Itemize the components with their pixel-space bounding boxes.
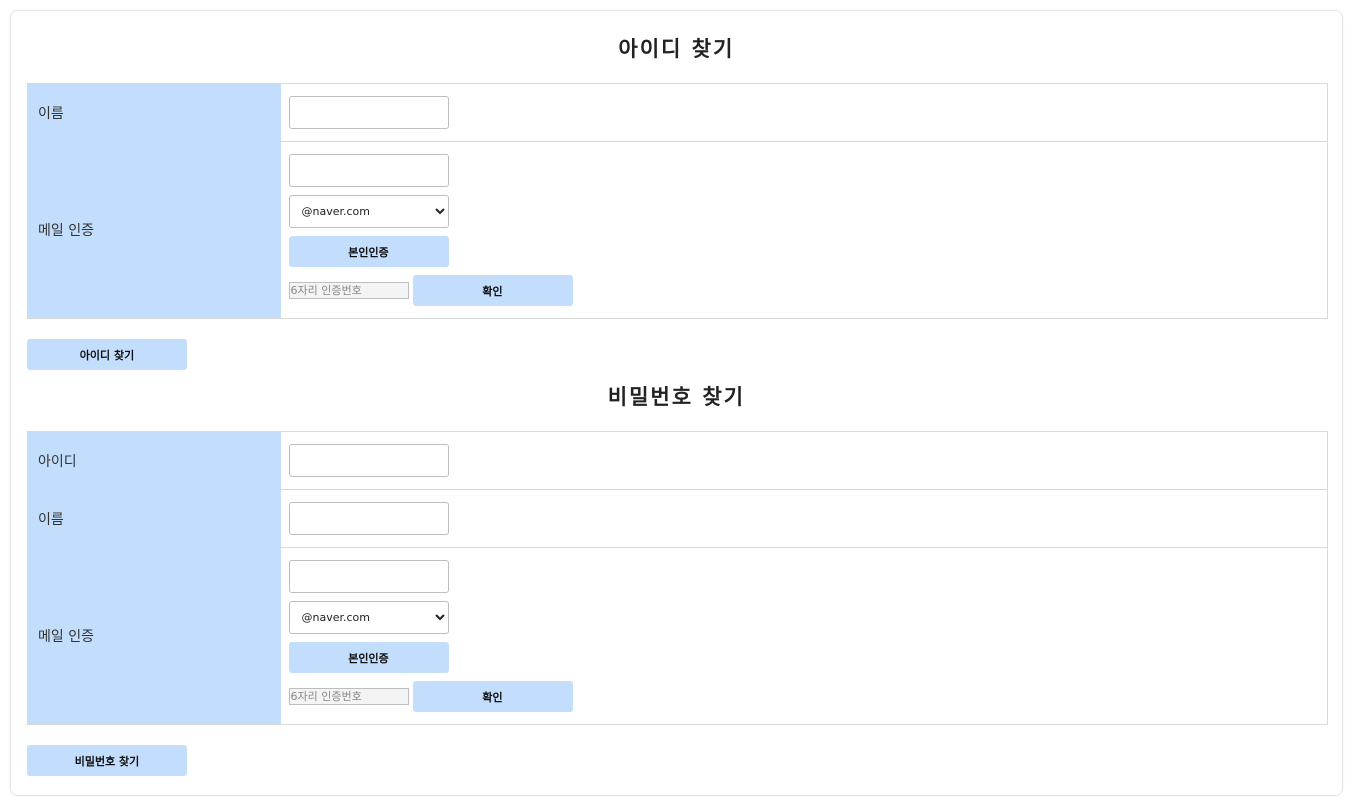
find-pw-email-input[interactable] [288, 560, 449, 593]
find-id-code-input[interactable] [288, 282, 409, 299]
find-pw-domain-select[interactable]: @naver.com [288, 601, 449, 634]
name-label: 이름 [27, 489, 281, 548]
find-id-verify-button[interactable]: 본인인증 [288, 236, 449, 267]
find-pw-name-row: 이름 [27, 489, 1328, 548]
find-pw-email-row: 메일 인증 @naver.com 본인인증 확인 [27, 547, 1328, 725]
find-id-code-row: 확인 [288, 275, 1328, 306]
find-pw-verify-button[interactable]: 본인인증 [288, 642, 449, 673]
find-pw-code-input[interactable] [288, 688, 409, 705]
find-pw-id-input[interactable] [288, 444, 449, 477]
find-id-name-input[interactable] [288, 96, 449, 129]
find-pw-code-row: 확인 [288, 681, 1328, 712]
find-pw-title: 비밀번호 찾기 [607, 385, 746, 409]
find-pw-submit-button[interactable]: 비밀번호 찾기 [27, 745, 187, 776]
find-pw-name-input[interactable] [288, 502, 449, 535]
find-id-domain-select[interactable]: @naver.com [288, 195, 449, 228]
find-id-submit-button[interactable]: 아이디 찾기 [27, 339, 187, 370]
find-account-card: 아이디 찾기 이름 메일 인증 @naver.com 본인인증 확인 아이 [10, 10, 1343, 796]
find-id-email-input[interactable] [288, 154, 449, 187]
name-label: 이름 [27, 83, 281, 142]
email-auth-label: 메일 인증 [27, 141, 281, 319]
find-id-email-row: 메일 인증 @naver.com 본인인증 확인 [27, 141, 1328, 319]
find-id-title: 아이디 찾기 [618, 37, 735, 61]
id-label: 아이디 [27, 431, 281, 490]
find-id-form: 이름 메일 인증 @naver.com 본인인증 확인 [27, 83, 1328, 319]
find-pw-confirm-button[interactable]: 확인 [412, 681, 573, 712]
find-id-name-row: 이름 [27, 83, 1328, 142]
find-pw-id-row: 아이디 [27, 431, 1328, 490]
email-auth-label: 메일 인증 [27, 547, 281, 725]
find-pw-form: 아이디 이름 메일 인증 @naver.com 본인인증 확인 [27, 431, 1328, 725]
find-id-confirm-button[interactable]: 확인 [412, 275, 573, 306]
